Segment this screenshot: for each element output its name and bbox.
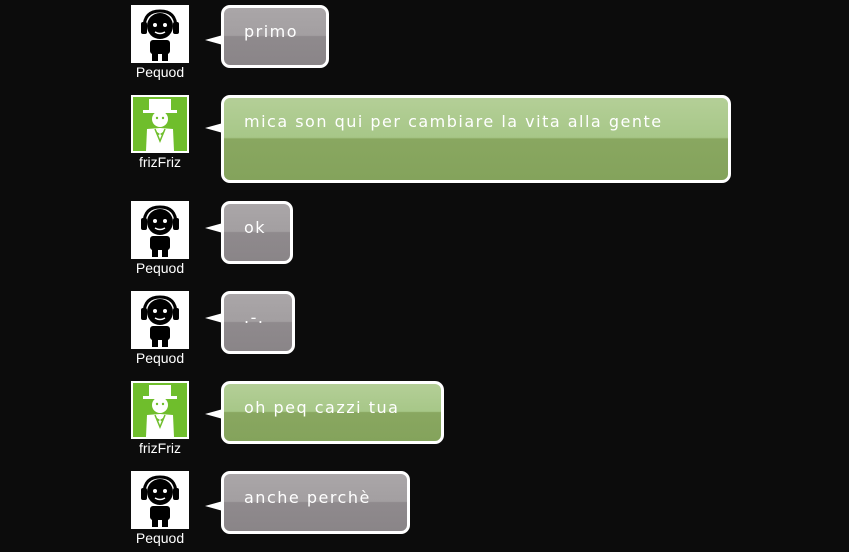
headphones-person-icon[interactable] bbox=[131, 471, 189, 529]
message-text: oh peq cazzi tua bbox=[244, 398, 400, 417]
username[interactable]: Pequod bbox=[130, 350, 190, 366]
user-avatar-block: Pequod bbox=[131, 291, 191, 366]
chat-log: Pequod primo frizFriz mica son qui per c… bbox=[0, 0, 849, 552]
username[interactable]: Pequod bbox=[130, 530, 190, 546]
speech-bubble: anche perchè bbox=[221, 471, 410, 534]
message-text: .-. bbox=[244, 308, 265, 327]
message-text: ok bbox=[244, 218, 267, 237]
headphones-person-icon[interactable] bbox=[131, 291, 189, 349]
speech-bubble: mica son qui per cambiare la vita alla g… bbox=[221, 95, 731, 183]
username[interactable]: Pequod bbox=[130, 260, 190, 276]
headphones-person-icon[interactable] bbox=[131, 5, 189, 63]
user-avatar-block: Pequod bbox=[131, 5, 191, 80]
username[interactable]: Pequod bbox=[130, 64, 190, 80]
speech-bubble: .-. bbox=[221, 291, 295, 354]
user-avatar-block: Pequod bbox=[131, 201, 191, 276]
speech-bubble: ok bbox=[221, 201, 293, 264]
user-avatar-block: Pequod bbox=[131, 471, 191, 546]
message-text: mica son qui per cambiare la vita alla g… bbox=[244, 112, 663, 131]
message-text: primo bbox=[244, 22, 299, 41]
speech-bubble: primo bbox=[221, 5, 329, 68]
speech-bubble: oh peq cazzi tua bbox=[221, 381, 444, 444]
top-hat-gentleman-icon[interactable] bbox=[131, 95, 189, 153]
user-avatar-block: frizFriz bbox=[131, 95, 191, 170]
username[interactable]: frizFriz bbox=[130, 154, 190, 170]
top-hat-gentleman-icon[interactable] bbox=[131, 381, 189, 439]
message-text: anche perchè bbox=[244, 488, 371, 507]
user-avatar-block: frizFriz bbox=[131, 381, 191, 456]
username[interactable]: frizFriz bbox=[130, 440, 190, 456]
headphones-person-icon[interactable] bbox=[131, 201, 189, 259]
